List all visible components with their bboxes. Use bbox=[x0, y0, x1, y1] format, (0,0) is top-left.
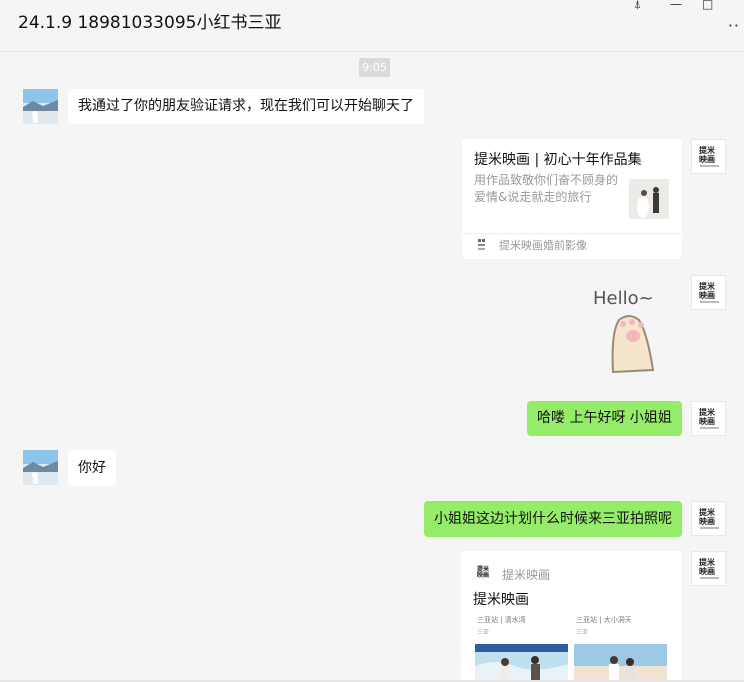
more-icon[interactable]: ·· bbox=[728, 16, 740, 35]
self-avatar[interactable]: 提米 映画 bbox=[691, 501, 726, 536]
contact-avatar[interactable] bbox=[23, 450, 58, 485]
hello-sticker[interactable]: Hello~ bbox=[585, 282, 685, 382]
gallery-image bbox=[475, 644, 568, 682]
sticker-text: Hello~ bbox=[593, 288, 654, 309]
gallery-item-title: 三亚站 | 清水湾 bbox=[477, 616, 526, 624]
gallery-item-location: 三亚 bbox=[477, 629, 490, 636]
minimize-icon[interactable]: — bbox=[670, 0, 682, 11]
avatar-logo-text: 提米 映画 bbox=[699, 508, 715, 526]
chat-title: 24.1.9 18981033095小红书三亚 bbox=[18, 13, 282, 33]
mini-program-account: 提米映画 bbox=[502, 568, 551, 582]
link-card-description: 用作品致敬你们奋不顾身的爱情&说走就走的旅行 bbox=[474, 173, 619, 204]
contact-avatar[interactable] bbox=[23, 89, 58, 124]
chat-header: 24.1.9 18981033095小红书三亚 ⍋ — □ ·· bbox=[0, 0, 744, 52]
mini-program-card[interactable]: 提米 映画 提米映画 提米映画 三亚站 | 清水湾 三亚 三亚站 | 大小洞天 … bbox=[461, 551, 682, 682]
message-bubble-sent[interactable]: 小姐姐这边计划什么时候来三亚拍照呢 bbox=[424, 501, 682, 537]
gallery-image bbox=[574, 644, 667, 682]
message-bubble-sent[interactable]: 哈喽 上午好呀 小姐姐 bbox=[527, 401, 682, 436]
source-logo-icon bbox=[478, 239, 485, 250]
gallery-item-location: 三亚 bbox=[576, 629, 589, 636]
pin-icon[interactable]: ⍋ bbox=[634, 0, 641, 12]
avatar-logo-text: 提米 映画 bbox=[699, 408, 715, 426]
message-bubble-received[interactable]: 我通过了你的朋友验证请求，现在我们可以开始聊天了 bbox=[68, 89, 424, 124]
avatar-logo-text: 提米 映画 bbox=[699, 146, 715, 164]
mini-program-logo: 提米 映画 bbox=[477, 566, 490, 579]
mini-program-title: 提米映画 bbox=[473, 592, 529, 608]
self-avatar[interactable]: 提米 映画 bbox=[691, 275, 726, 310]
link-card-thumbnail bbox=[629, 179, 669, 219]
link-card-title: 提米映画 | 初心十年作品集 bbox=[474, 152, 642, 168]
message-timestamp: 9:05 bbox=[359, 58, 390, 77]
self-avatar[interactable]: 提米 映画 bbox=[691, 401, 726, 436]
link-card-source: 提米映画婚前影像 bbox=[499, 239, 587, 252]
message-bubble-received[interactable]: 你好 bbox=[68, 450, 116, 486]
self-avatar[interactable]: 提米 映画 bbox=[691, 551, 726, 586]
link-card[interactable]: 提米映画 | 初心十年作品集 用作品致敬你们奋不顾身的爱情&说走就走的旅行 提米… bbox=[462, 139, 682, 259]
maximize-icon[interactable]: □ bbox=[702, 0, 713, 11]
self-avatar[interactable]: 提米 映画 bbox=[691, 139, 726, 174]
avatar-logo-text: 提米 映画 bbox=[699, 282, 715, 300]
gallery-item-title: 三亚站 | 大小洞天 bbox=[576, 616, 632, 624]
avatar-logo-text: 提米 映画 bbox=[699, 558, 715, 576]
